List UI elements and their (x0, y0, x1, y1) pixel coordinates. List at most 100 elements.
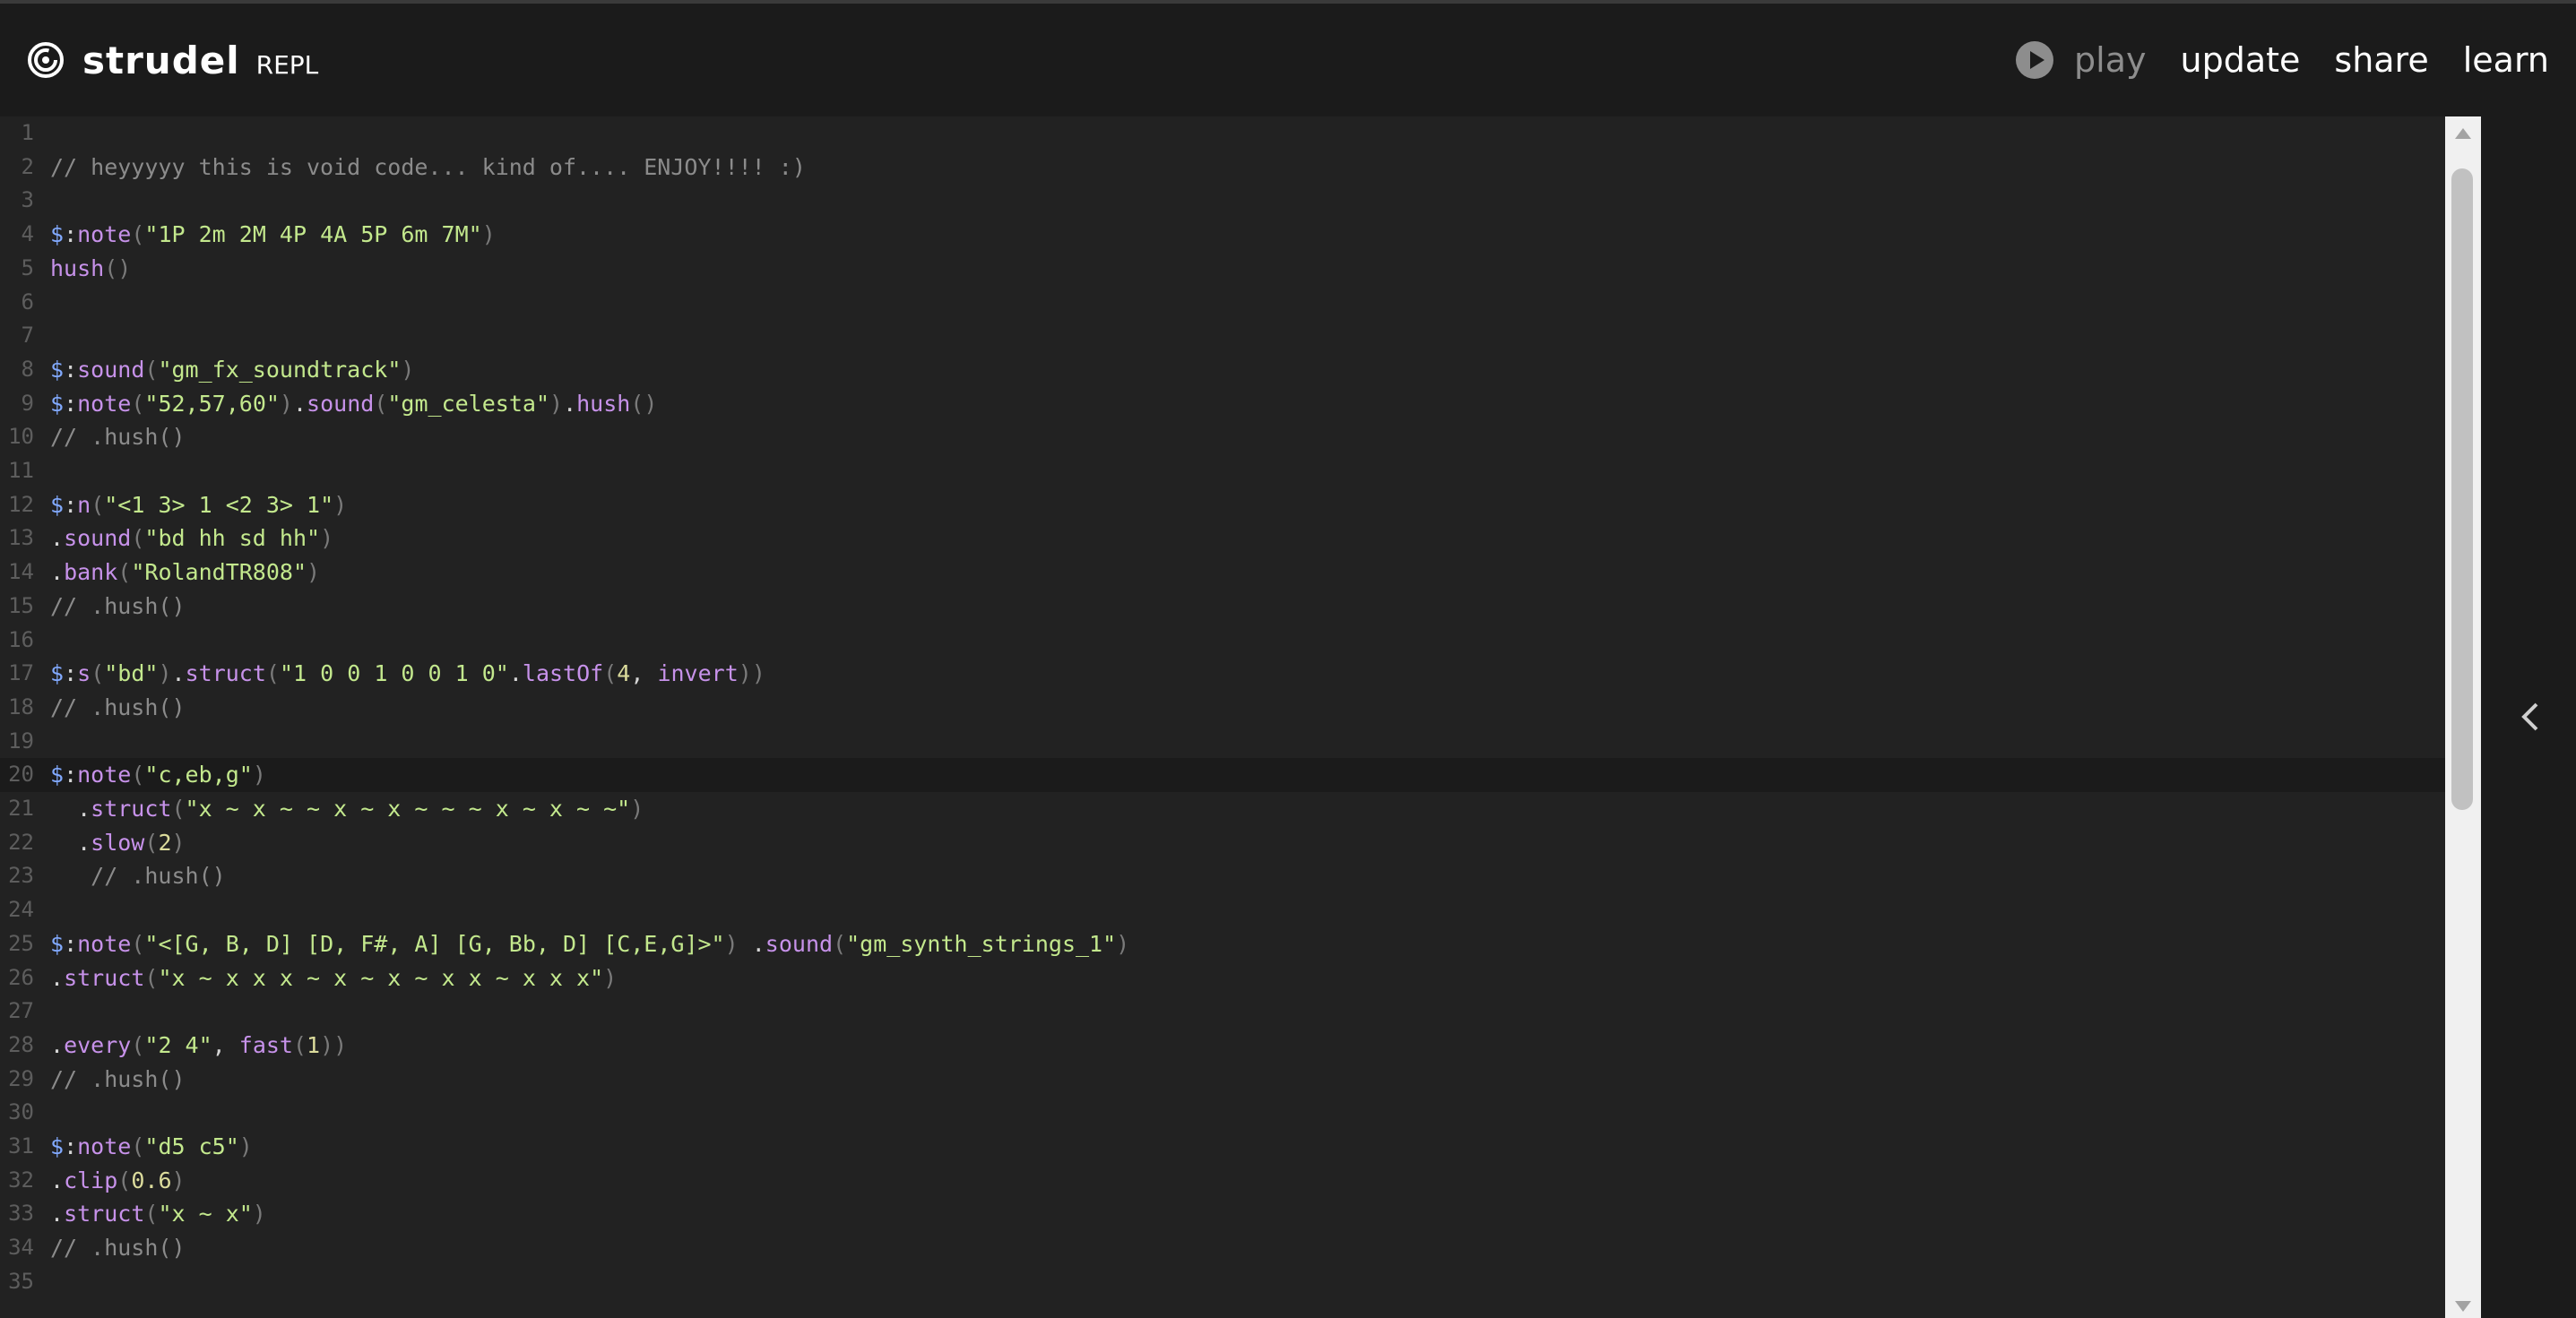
code-line[interactable]: 4 $:note("1P 2m 2M 4P 4A 5P 6m 7M") (0, 218, 2445, 252)
code-line[interactable]: 2 // heyyyyy this is void code... kind of… (0, 151, 2445, 185)
code-text: // heyyyyy this is void code... kind of.… (50, 151, 806, 185)
code-token: sound (77, 356, 145, 383)
editor-scrollbar[interactable] (2445, 116, 2481, 1318)
code-line[interactable]: 11 (0, 454, 2445, 488)
code-token: . (50, 1201, 65, 1228)
code-token: slow (91, 829, 145, 856)
code-line[interactable]: 34 // .hush() (0, 1231, 2445, 1265)
code-line[interactable]: 30 (0, 1096, 2445, 1130)
scrollbar-thumb[interactable] (2451, 168, 2473, 810)
code-line[interactable]: 8 $:sound("gm_fx_soundtrack") (0, 353, 2445, 387)
code-line[interactable]: 31 $:note("d5 c5") (0, 1130, 2445, 1164)
code-token: ) (171, 829, 186, 856)
share-button[interactable]: share (2334, 40, 2428, 80)
code-line[interactable]: 27 (0, 995, 2445, 1029)
code-line[interactable]: 15 // .hush() (0, 590, 2445, 624)
code-line[interactable]: 18 // .hush() (0, 691, 2445, 725)
code-line[interactable]: 23 // .hush() (0, 859, 2445, 893)
code-token: "52,57,60" (144, 390, 280, 417)
learn-label: learn (2462, 40, 2549, 80)
code-line[interactable]: 3 (0, 184, 2445, 218)
arrow-up-icon[interactable] (2452, 124, 2474, 143)
code-token: $ (50, 1133, 65, 1159)
app-title: strudel (82, 38, 240, 82)
code-token: ( (91, 660, 105, 687)
code-line[interactable]: 26 .struct("x ~ x x x ~ x ~ x ~ x x ~ x x… (0, 961, 2445, 995)
code-line[interactable]: 6 (0, 286, 2445, 320)
play-button[interactable]: play (2015, 40, 2147, 80)
code-line[interactable]: 16 (0, 624, 2445, 658)
brand[interactable]: strudel REPL (27, 39, 318, 82)
code-token: . (563, 390, 577, 417)
code-token: lastOf (522, 660, 604, 687)
code-token: () (630, 390, 658, 417)
code-token: $ (50, 221, 65, 248)
code-token: hush (50, 254, 105, 281)
line-number: 26 (8, 964, 34, 990)
learn-button[interactable]: learn (2463, 40, 2549, 80)
line-number: 13 (8, 525, 34, 551)
code-token: : (64, 930, 78, 957)
code-line[interactable]: 9 $:note("52,57,60").sound("gm_celesta").… (0, 387, 2445, 421)
code-line[interactable]: 28 .every("2 4", fast(1)) (0, 1029, 2445, 1063)
code-line[interactable]: 33 .struct("x ~ x") (0, 1197, 2445, 1231)
code-token: . (50, 829, 91, 856)
code-text: .bank("RolandTR808") (50, 556, 320, 590)
code-token: "1P 2m 2M 4P 4A 5P 6m 7M" (144, 221, 482, 248)
code-token: ) (549, 390, 564, 417)
code-line[interactable]: 35 (0, 1265, 2445, 1299)
code-token: "1 0 0 1 0 0 1 0" (279, 660, 509, 687)
code-line[interactable]: 21 .struct("x ~ x ~ ~ x ~ x ~ ~ ~ x ~ x … (0, 792, 2445, 826)
code-token: ) (252, 1201, 266, 1228)
code-token: ( (144, 356, 159, 383)
code-line[interactable]: 12 $:n("<1 3> 1 <2 3> 1") (0, 488, 2445, 522)
code-line[interactable]: 20 $:note("c,eb,g") (0, 758, 2445, 792)
code-token: ) (171, 1167, 186, 1193)
code-token: // .hush() (50, 424, 186, 451)
code-line[interactable]: 25 $:note("<[G, B, D] [D, F#, A] [G, Bb, … (0, 927, 2445, 961)
code-token: "gm_celesta" (387, 390, 549, 417)
code-token: note (77, 390, 132, 417)
line-number: 1 (21, 120, 34, 145)
code-token: ) (320, 525, 334, 552)
line-number: 10 (8, 424, 34, 450)
code-text: // .hush() (50, 420, 186, 454)
line-number: 30 (8, 1099, 34, 1125)
line-number: 19 (8, 728, 34, 754)
code-line[interactable]: 13 .sound("bd hh sd hh") (0, 521, 2445, 556)
code-token: 0.6 (131, 1167, 172, 1193)
code-token: "bd hh sd hh" (144, 525, 321, 552)
code-token: note (77, 221, 132, 248)
code-text: .struct("x ~ x x x ~ x ~ x ~ x x ~ x x x… (50, 961, 617, 995)
chevron-left-icon[interactable] (2517, 699, 2544, 735)
code-token: hush (576, 390, 631, 417)
code-line[interactable]: 29 // .hush() (0, 1063, 2445, 1097)
code-token: note (77, 762, 132, 788)
code-token: ( (131, 1031, 145, 1058)
code-line[interactable]: 14 .bank("RolandTR808") (0, 556, 2445, 590)
code-text: $:sound("gm_fx_soundtrack") (50, 353, 414, 387)
line-number: 29 (8, 1065, 34, 1091)
code-line[interactable]: 10 // .hush() (0, 420, 2445, 454)
code-token: "c,eb,g" (144, 762, 253, 788)
code-token: "d5 c5" (144, 1133, 239, 1159)
code-token: note (77, 930, 132, 957)
code-line[interactable]: 5 hush() (0, 252, 2445, 286)
code-token: ) (307, 559, 321, 586)
code-token: ) (603, 964, 618, 991)
code-token: ) (630, 796, 644, 822)
code-line[interactable]: 1 (0, 116, 2445, 151)
code-token: ( (131, 390, 145, 417)
code-line[interactable]: 7 (0, 319, 2445, 353)
code-line[interactable]: 24 (0, 893, 2445, 927)
code-line[interactable]: 22 .slow(2) (0, 826, 2445, 860)
code-token: 4 (617, 660, 631, 687)
arrow-down-icon[interactable] (2452, 1296, 2474, 1316)
update-button[interactable]: update (2181, 40, 2301, 80)
code-editor[interactable]: 1 2// heyyyyy this is void code... kind o… (0, 116, 2445, 1318)
code-line[interactable]: 32 .clip(0.6) (0, 1164, 2445, 1198)
code-token: : (64, 762, 78, 788)
line-number: 25 (8, 930, 34, 956)
code-line[interactable]: 17 $:s("bd").struct("1 0 0 1 0 0 1 0".las… (0, 657, 2445, 691)
code-line[interactable]: 19 (0, 725, 2445, 759)
